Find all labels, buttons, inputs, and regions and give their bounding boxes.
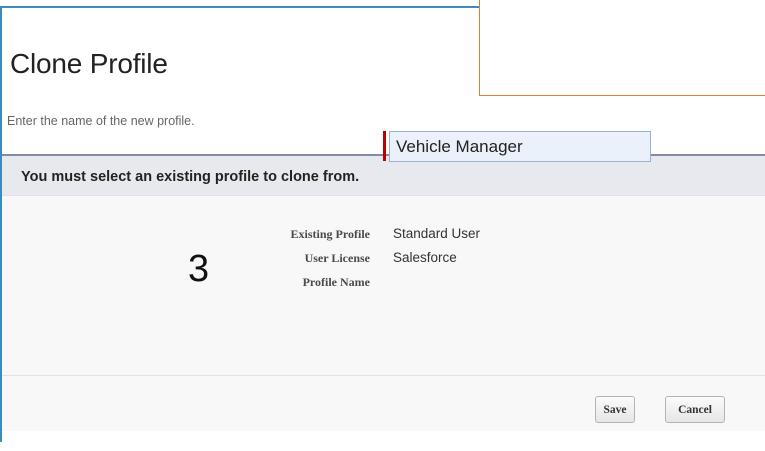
- existing-profile-value: Standard User: [393, 226, 481, 241]
- user-license-value: Salesforce: [393, 250, 457, 265]
- panel-header-text: You must select an existing profile to c…: [21, 169, 360, 185]
- panel-bottom: [2, 431, 765, 451]
- user-license-label: User License: [304, 251, 370, 265]
- required-field-marker: [383, 131, 386, 161]
- profile-name-label: Profile Name: [302, 275, 370, 289]
- page-title: Clone Profile: [10, 48, 168, 79]
- existing-profile-label: Existing Profile: [290, 227, 370, 241]
- cancel-button[interactable]: Cancel: [665, 396, 725, 423]
- callout-box: [479, 0, 765, 96]
- clone-profile-panel: You must select an existing profile to c…: [2, 154, 765, 451]
- panel-footer: Save Cancel: [2, 375, 765, 431]
- profile-name-input[interactable]: [389, 131, 651, 162]
- save-button[interactable]: Save: [595, 396, 635, 423]
- panel-header: You must select an existing profile to c…: [2, 156, 765, 196]
- page-subtitle: Enter the name of the new profile.: [7, 114, 195, 128]
- panel-body: 3 Existing Profile Standard User User Li…: [2, 196, 765, 346]
